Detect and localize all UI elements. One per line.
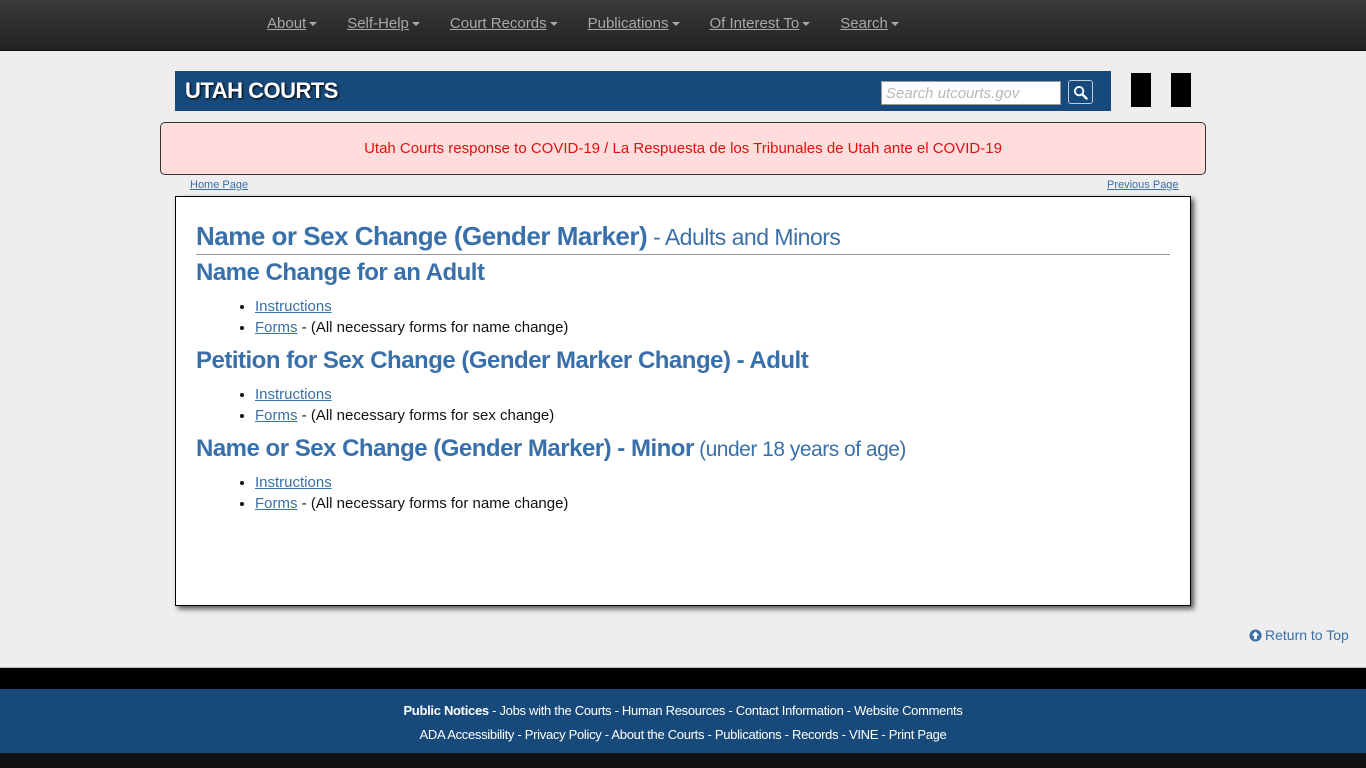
footer-separator-text: -: [843, 703, 855, 718]
nav-search-label: Search: [840, 15, 888, 32]
content-panel: Name or Sex Change (Gender Marker) - Adu…: [175, 196, 1191, 606]
list-item: Forms - (All necessary forms for name ch…: [255, 317, 1170, 338]
site-footer: Public Notices - Jobs with the Courts - …: [0, 689, 1366, 753]
footer-row-1: Public Notices - Jobs with the Courts - …: [0, 703, 1366, 727]
page-title: Name or Sex Change (Gender Marker) - Adu…: [196, 221, 1170, 255]
footer-separator-text: -: [488, 703, 500, 718]
site-title[interactable]: UTAH COURTS: [185, 78, 338, 104]
footer-separator-text: -: [838, 727, 849, 742]
footer-separator-text: -: [704, 727, 715, 742]
forms-link[interactable]: Forms: [255, 319, 298, 336]
footer-link-human-resources[interactable]: Human Resources: [622, 703, 725, 718]
search-button[interactable]: [1068, 80, 1093, 104]
instructions-link[interactable]: Instructions: [255, 474, 332, 491]
list-item: Instructions: [255, 472, 1170, 493]
footer-link-publications[interactable]: Publications: [715, 727, 782, 742]
nav-self-help[interactable]: Self-Help: [347, 15, 420, 32]
section-heading-text: Petition for Sex Change (Gender Marker C…: [196, 347, 809, 374]
section-links: Instructions Forms - (All necessary form…: [255, 384, 1170, 426]
caret-down-icon: [802, 22, 811, 27]
footer-separator-text: -: [611, 703, 622, 718]
site-banner: UTAH COURTS: [175, 71, 1111, 111]
footer-separator-text: -: [725, 703, 736, 718]
footer-link-records[interactable]: Records: [792, 727, 839, 742]
instructions-link[interactable]: Instructions: [255, 298, 332, 315]
nav-of-interest-to[interactable]: Of Interest To: [710, 15, 811, 32]
nav-search[interactable]: Search: [840, 15, 899, 32]
nav-self-help-label: Self-Help: [347, 15, 409, 32]
nav-publications-label: Publications: [587, 15, 669, 32]
section-heading: Petition for Sex Change (Gender Marker C…: [196, 347, 1170, 375]
section-heading-sub: (under 18 years of age): [693, 438, 906, 461]
nav-court-records-label: Court Records: [449, 15, 547, 32]
previous-page-link[interactable]: Previous Page: [1107, 179, 1179, 191]
section-heading-text: Name or Sex Change (Gender Marker) - Min…: [196, 435, 694, 462]
covid-alert: Utah Courts response to COVID-19 / La Re…: [160, 122, 1206, 175]
footer-link-jobs[interactable]: Jobs with the Courts: [499, 703, 611, 718]
nav-about[interactable]: About: [267, 15, 318, 32]
caret-down-icon: [890, 22, 899, 27]
forms-note: - (All necessary forms for name change): [297, 319, 569, 336]
page-title-main: Name or Sex Change (Gender Marker): [196, 221, 648, 251]
return-to-top-link[interactable]: Return to Top: [1249, 627, 1349, 643]
forms-link[interactable]: Forms: [255, 495, 298, 512]
instructions-link[interactable]: Instructions: [255, 386, 332, 403]
footer-separator-text: -: [601, 727, 612, 742]
nav-publications[interactable]: Publications: [588, 15, 680, 32]
section-heading: Name Change for an Adult: [196, 259, 1170, 287]
list-item: Instructions: [255, 296, 1170, 317]
footer-separator-text: -: [781, 727, 792, 742]
footer-link-website-comments[interactable]: Website Comments: [854, 703, 963, 718]
top-navigation: About Self-Help Court Records Publicatio…: [0, 0, 1366, 51]
search-icon: [1073, 85, 1088, 100]
caret-down-icon: [671, 22, 680, 27]
page-title-sub: - Adults and Minors: [647, 224, 841, 250]
site-search-input[interactable]: [881, 81, 1061, 105]
footer-separator-text: -: [878, 727, 889, 742]
forms-note: - (All necessary forms for sex change): [297, 407, 555, 424]
forms-note: - (All necessary forms for name change): [297, 495, 569, 512]
caret-down-icon: [549, 22, 558, 27]
list-item: Forms - (All necessary forms for name ch…: [255, 493, 1170, 514]
footer-link-about-courts[interactable]: About the Courts: [611, 727, 704, 742]
footer-link-ada[interactable]: ADA Accessibility: [420, 727, 515, 742]
home-page-link[interactable]: Home Page: [190, 179, 248, 191]
section-links: Instructions Forms - (All necessary form…: [255, 472, 1170, 514]
footer-row-2: ADA Accessibility - Privacy Policy - Abo…: [0, 727, 1366, 751]
black-block-left: [1131, 73, 1151, 107]
footer-bottom-bar: [0, 753, 1366, 768]
footer-link-privacy[interactable]: Privacy Policy: [525, 727, 602, 742]
forms-link[interactable]: Forms: [255, 407, 298, 424]
list-item: Forms - (All necessary forms for sex cha…: [255, 405, 1170, 426]
section-heading: Name or Sex Change (Gender Marker) - Min…: [196, 435, 1170, 463]
list-item: Instructions: [255, 384, 1170, 405]
arrow-up-circle-icon: [1249, 628, 1262, 642]
caret-down-icon: [309, 22, 318, 27]
caret-down-icon: [411, 22, 420, 27]
covid-alert-link[interactable]: Utah Courts response to COVID-19 / La Re…: [364, 140, 1002, 157]
footer-link-print-page[interactable]: Print Page: [889, 727, 947, 742]
nav-about-label: About: [267, 15, 307, 32]
footer-separator-text: -: [514, 727, 525, 742]
nav-of-interest-to-label: Of Interest To: [709, 15, 800, 32]
return-to-top-label: Return to Top: [1265, 627, 1349, 643]
footer-link-contact[interactable]: Contact Information: [736, 703, 844, 718]
section-links: Instructions Forms - (All necessary form…: [255, 296, 1170, 338]
nav-court-records[interactable]: Court Records: [450, 15, 558, 32]
footer-separator: [0, 667, 1366, 689]
section-heading-text: Name Change for an Adult: [196, 259, 485, 286]
footer-link-vine[interactable]: VINE: [849, 727, 878, 742]
footer-link-public-notices[interactable]: Public Notices: [403, 703, 489, 718]
black-block-right: [1171, 73, 1191, 107]
